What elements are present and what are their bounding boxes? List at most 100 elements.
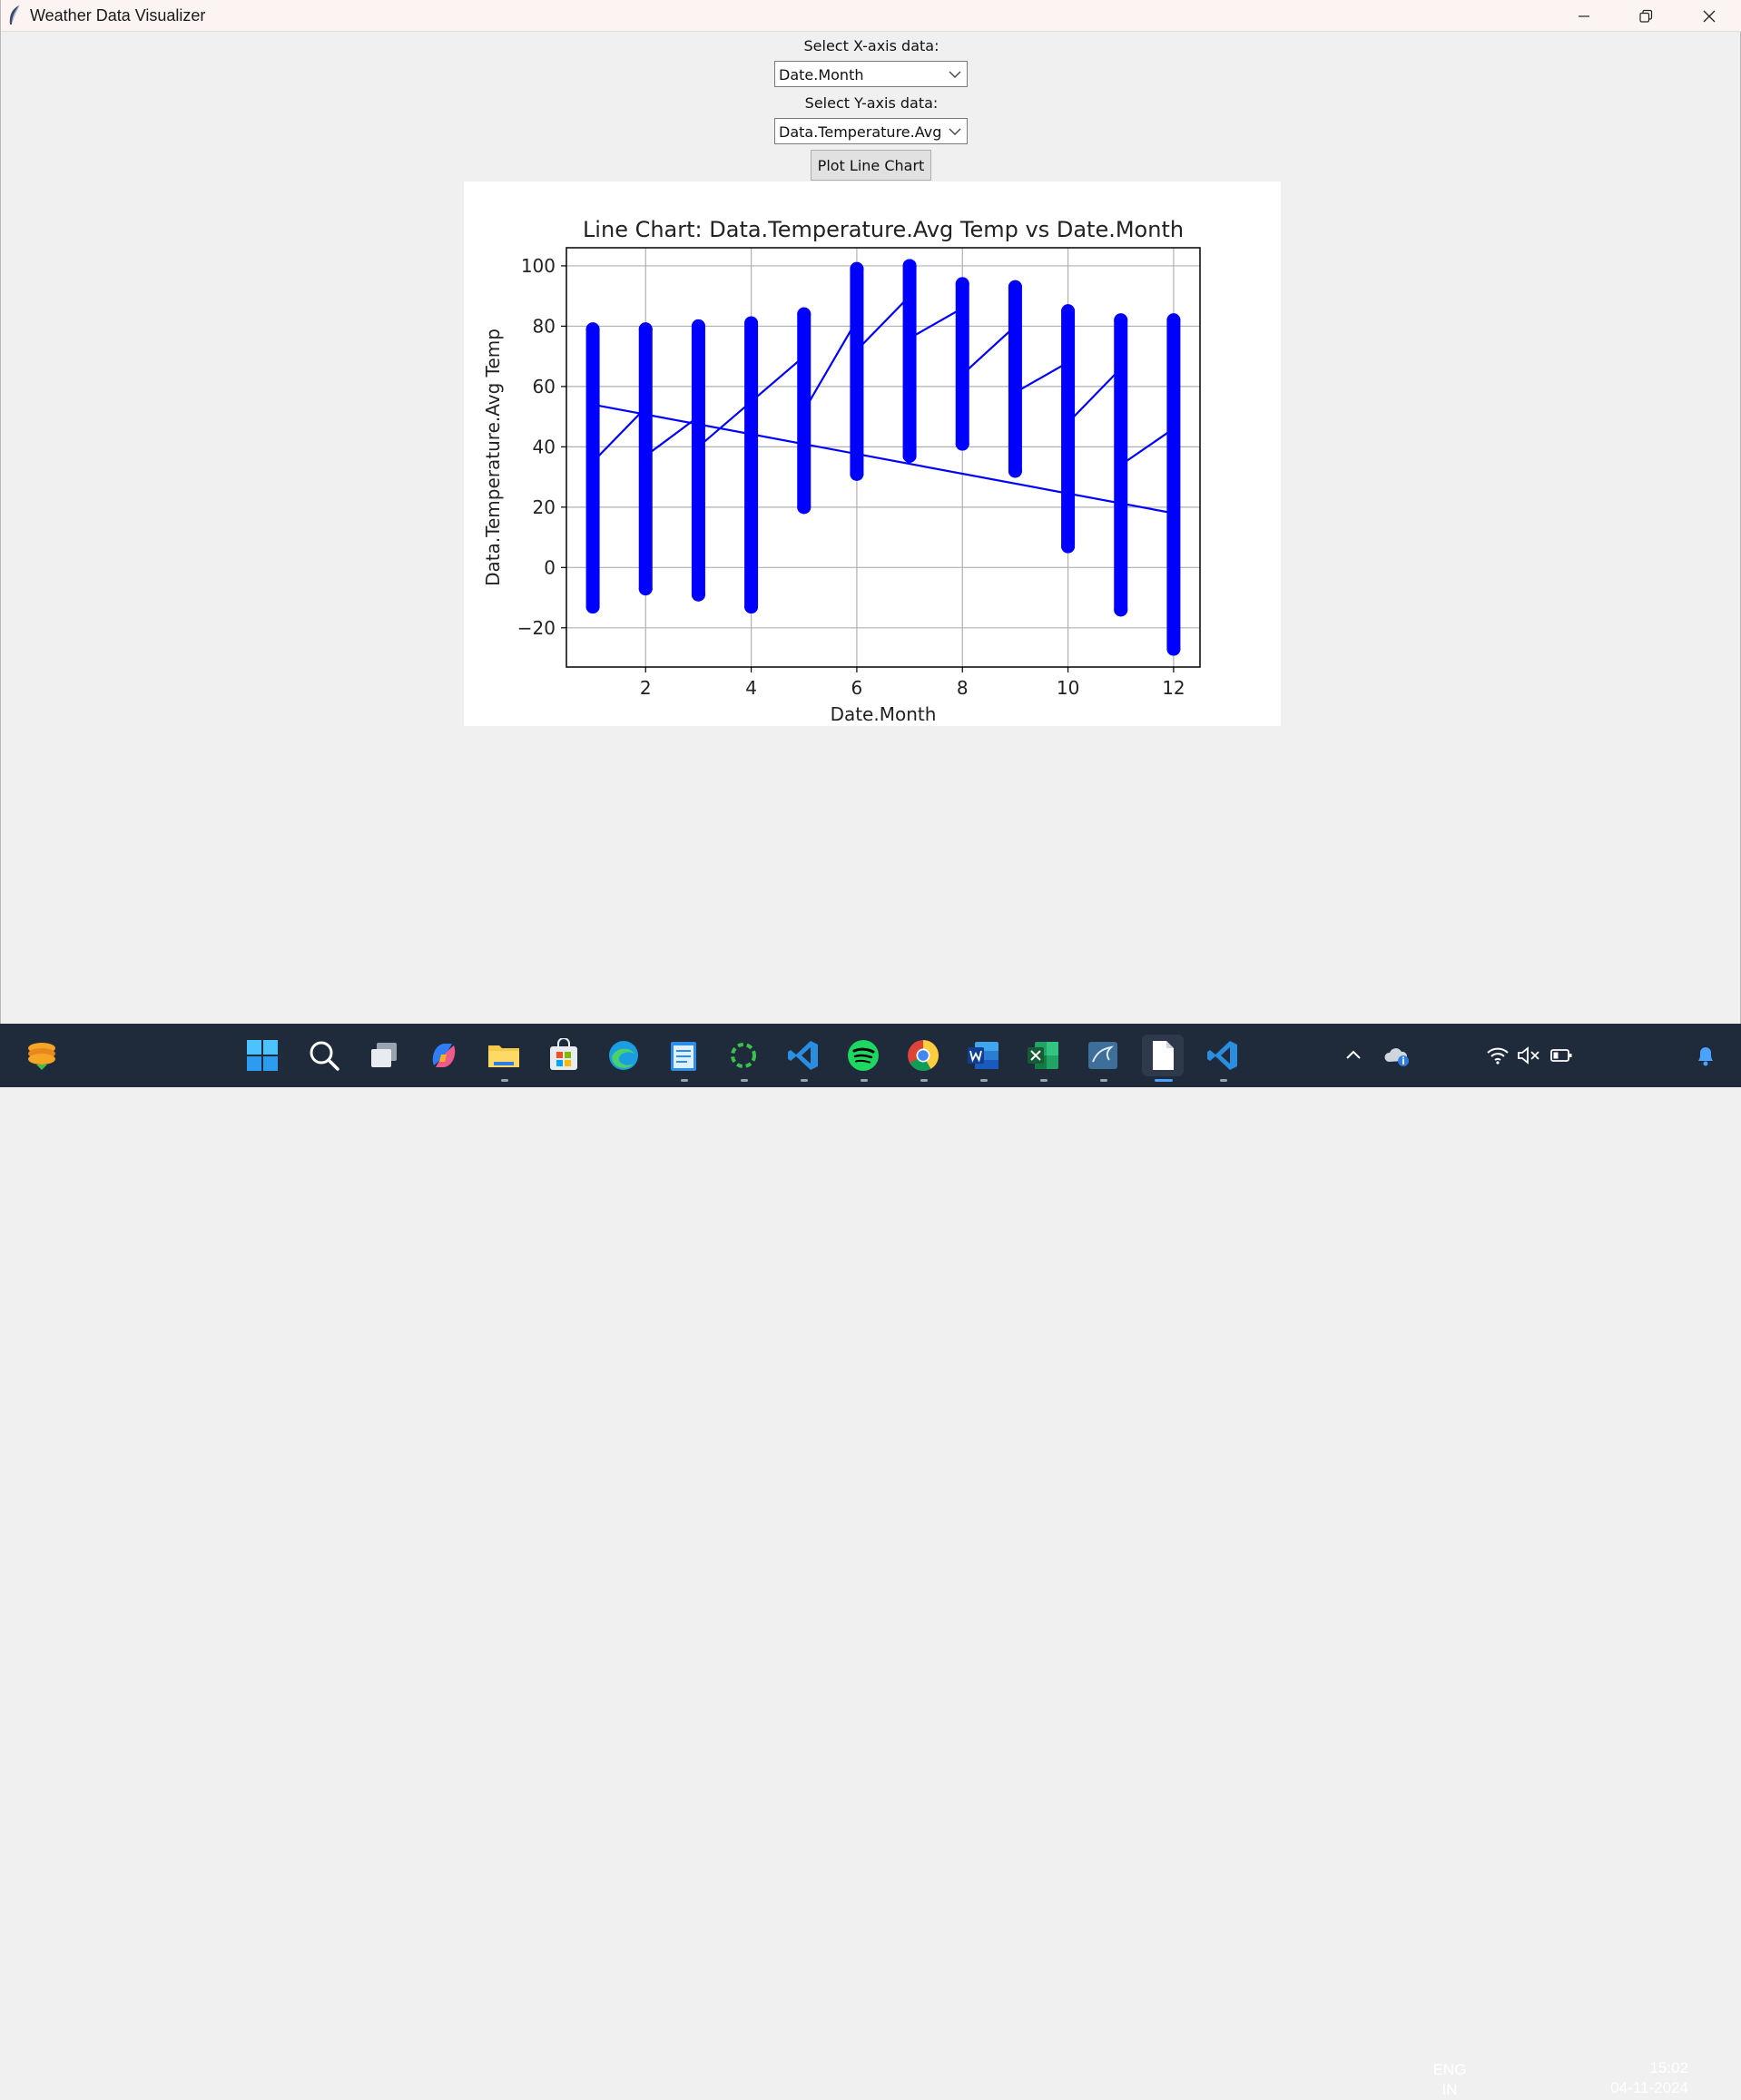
- running-indicator: [501, 1079, 508, 1082]
- data-point-min: [585, 600, 600, 614]
- task-view-icon: [371, 1043, 397, 1067]
- running-indicator: [1100, 1079, 1107, 1082]
- file-explorer-button[interactable]: [483, 1035, 525, 1082]
- running-indicator: [1220, 1079, 1227, 1082]
- restore-button[interactable]: [1615, 0, 1677, 32]
- excel-icon: [1028, 1042, 1058, 1069]
- x-axis-label: Select X-axis data:: [803, 37, 939, 54]
- y-tick-label: −20: [517, 617, 556, 639]
- data-point-max: [850, 261, 864, 276]
- chart-title: Line Chart: Data.Temperature.Avg Temp vs…: [583, 217, 1184, 242]
- onedrive-button[interactable]: [1376, 1035, 1418, 1076]
- wifi-icon: [1487, 1047, 1509, 1065]
- active-window-indicator: [1155, 1079, 1173, 1082]
- edge-button[interactable]: [603, 1035, 644, 1076]
- copilot-button[interactable]: [423, 1035, 465, 1076]
- data-point-max: [691, 319, 705, 333]
- language-code: ENG: [1432, 2061, 1467, 2078]
- y-tick-label: 80: [533, 315, 556, 337]
- chrome-button[interactable]: [902, 1035, 944, 1082]
- spotify-button[interactable]: [842, 1035, 884, 1082]
- start-icon: [247, 1040, 278, 1071]
- data-point-min: [638, 582, 653, 596]
- x-tick-label: 8: [957, 677, 969, 699]
- minimize-icon: [1579, 15, 1589, 17]
- loading-app-button[interactable]: [723, 1035, 764, 1082]
- y-tick-label: 100: [521, 255, 556, 277]
- x-tick-label: 2: [640, 677, 652, 699]
- app-window: Weather Data Visualizer Select X-axis da…: [0, 0, 1741, 1024]
- show-hidden-icons-button[interactable]: [1333, 1035, 1374, 1076]
- data-point-min: [1008, 464, 1022, 478]
- edge-icon: [609, 1041, 638, 1070]
- widgets-button[interactable]: [21, 1035, 63, 1076]
- region-code: IN: [1441, 2081, 1458, 2098]
- plot-line-chart-button[interactable]: Plot Line Chart: [811, 150, 931, 181]
- mysql-workbench-button[interactable]: [1082, 1035, 1124, 1082]
- volume-muted-icon: [1518, 1046, 1539, 1065]
- y-tick-label: 0: [544, 556, 556, 578]
- chevron-down-icon[interactable]: [949, 126, 961, 137]
- store-icon: [550, 1038, 577, 1070]
- y-axis-value: Data.Temperature.Avg: [779, 123, 942, 141]
- title-bar[interactable]: Weather Data Visualizer: [1, 0, 1741, 32]
- data-point-min: [1114, 603, 1128, 617]
- x-axis-title: Date.Month: [831, 703, 937, 725]
- vscode-button[interactable]: [782, 1035, 824, 1082]
- running-indicator: [861, 1079, 868, 1082]
- running-indicator: [980, 1079, 988, 1082]
- running-indicator: [1040, 1079, 1048, 1082]
- feather-app-icon: [9, 5, 20, 25]
- chart-figure: 2 4 6 8 10 12 −20 0 20 40 60 80 100 Line Chart: Data…: [464, 182, 1281, 726]
- mysql-icon: [1088, 1042, 1117, 1069]
- data-point-max: [902, 259, 917, 273]
- chevron-up-icon: [1346, 1050, 1361, 1059]
- start-button[interactable]: [241, 1035, 283, 1076]
- x-tick-label: 12: [1162, 677, 1185, 699]
- language-indicator[interactable]: ENG IN: [1425, 2060, 1474, 2100]
- vscode-icon: [1207, 1041, 1237, 1070]
- running-indicator: [801, 1079, 808, 1082]
- vscode-button-2[interactable]: [1202, 1035, 1244, 1082]
- y-tick-label: 40: [533, 436, 556, 457]
- y-tick-label: 20: [533, 496, 556, 518]
- y-axis-combobox[interactable]: Data.Temperature.Avg: [774, 118, 968, 144]
- data-point-min: [955, 437, 969, 451]
- minimize-button[interactable]: [1553, 0, 1615, 32]
- data-point-max: [1166, 313, 1181, 328]
- clock-date: 04-11-2024: [1610, 2079, 1688, 2096]
- x-tick-label: 4: [745, 677, 757, 699]
- x-axis-value: Date.Month: [779, 66, 864, 83]
- task-view-button[interactable]: [363, 1035, 405, 1076]
- quick-settings-button[interactable]: [1480, 1035, 1579, 1076]
- chart-grid: [566, 248, 1200, 667]
- x-axis-combobox[interactable]: Date.Month: [774, 61, 968, 87]
- restore-icon: [1639, 9, 1653, 23]
- data-point-min: [850, 466, 864, 481]
- copilot-icon: [432, 1044, 456, 1067]
- notepad-button[interactable]: [663, 1035, 704, 1082]
- plot-area-frame: [566, 247, 1201, 668]
- file-explorer-icon: [488, 1045, 519, 1067]
- data-point-min: [744, 600, 759, 614]
- notifications-button[interactable]: [1692, 1035, 1719, 1076]
- line-chart: 2 4 6 8 10 12 −20 0 20 40 60 80 100 Line Chart: Data…: [482, 217, 1201, 725]
- running-indicator: [920, 1079, 928, 1082]
- close-button[interactable]: [1678, 0, 1740, 32]
- x-tick-label: 6: [851, 677, 863, 699]
- word-button[interactable]: [962, 1035, 1004, 1082]
- series-line: [592, 293, 1175, 515]
- widgets-icon: [28, 1043, 55, 1070]
- data-point-max: [1114, 313, 1128, 328]
- store-button[interactable]: [543, 1035, 585, 1076]
- blank-document-button[interactable]: [1142, 1035, 1184, 1082]
- battery-icon: [1550, 1049, 1572, 1062]
- search-button[interactable]: [303, 1035, 345, 1076]
- y-tick-label: 60: [533, 376, 556, 397]
- excel-button[interactable]: [1022, 1035, 1064, 1082]
- running-indicator: [741, 1079, 748, 1082]
- chevron-down-icon[interactable]: [949, 69, 961, 80]
- chrome-icon: [908, 1040, 939, 1071]
- clock[interactable]: 15:02 04-11-2024: [1590, 2058, 1688, 2098]
- data-point-max: [1008, 280, 1022, 294]
